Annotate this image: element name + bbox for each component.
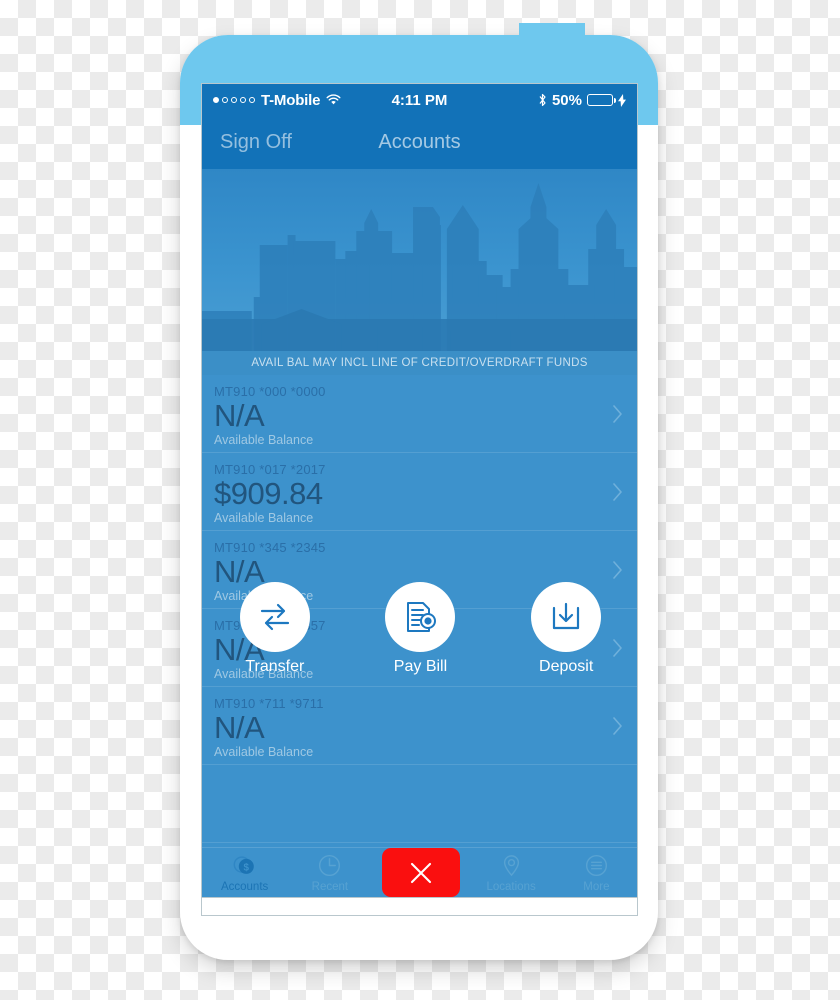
- phone-screen: T-Mobile 4:11 PM 50% Sign Off Accounts A…: [201, 83, 638, 916]
- close-button-slot: [373, 848, 469, 897]
- chevron-right-icon: [613, 716, 623, 735]
- account-balance-label: Available Balance: [214, 744, 314, 759]
- chevron-right-icon: [613, 560, 623, 579]
- deposit-label: Deposit: [539, 658, 594, 675]
- tab-locations[interactable]: Locations: [469, 853, 554, 893]
- account-number: MT910 *345 *2345: [214, 540, 326, 555]
- tab-accounts[interactable]: $ Accounts: [202, 853, 287, 893]
- account-balance-label: Available Balance: [214, 510, 314, 525]
- page-title: Accounts: [378, 131, 461, 153]
- bluetooth-icon: [538, 93, 547, 107]
- transfer-button-circle[interactable]: [239, 582, 310, 652]
- tab-accounts-label: Accounts: [220, 880, 269, 893]
- close-button[interactable]: [381, 848, 460, 897]
- account-row[interactable]: MT910 *017 *2017 $909.84 Available Balan…: [202, 453, 637, 531]
- chevron-right-icon: [613, 482, 623, 501]
- account-balance: N/A: [214, 710, 265, 745]
- svg-text:$: $: [244, 862, 250, 873]
- disclaimer-banner: AVAIL BAL MAY INCL LINE OF CREDIT/OVERDR…: [202, 351, 637, 375]
- city-skyline-banner: [202, 169, 637, 351]
- account-number: MT910 *711 *9711: [214, 696, 324, 711]
- battery-icon: [587, 94, 617, 106]
- tab-more[interactable]: More: [554, 853, 637, 893]
- pay-bill-label: Pay Bill: [393, 658, 448, 675]
- hamburger-circle-icon: [554, 853, 637, 879]
- pay-bill-button[interactable]: Pay Bill: [364, 582, 476, 676]
- transfer-arrows-icon: [260, 603, 289, 631]
- skyline-silhouette-icon: [202, 183, 637, 351]
- account-balance-label: Available Balance: [214, 432, 314, 447]
- account-number: MT910 *017 *2017: [214, 462, 326, 477]
- transfer-label: Transfer: [245, 658, 305, 675]
- account-balance: $909.84: [214, 476, 323, 511]
- tab-locations-label: Locations: [486, 880, 536, 893]
- transfer-button[interactable]: Transfer: [219, 582, 331, 676]
- tab-recent[interactable]: Recent: [287, 853, 372, 893]
- phone-notch: [519, 23, 585, 43]
- phone-bezel-right: [637, 95, 658, 125]
- quick-actions-bar: Transfer Pay Bill Deposit: [202, 582, 637, 676]
- pay-bill-button-circle[interactable]: [385, 582, 456, 652]
- battery-percent-label: 50%: [551, 91, 582, 109]
- phone-bezel-left: [180, 95, 201, 125]
- deposit-button[interactable]: Deposit: [510, 582, 622, 676]
- account-row[interactable]: MT910 *711 *9711 N/A Available Balance: [202, 687, 637, 765]
- tab-more-label: More: [583, 880, 610, 893]
- status-bar: T-Mobile 4:11 PM 50%: [202, 84, 637, 116]
- phone-device: T-Mobile 4:11 PM 50% Sign Off Accounts A…: [180, 23, 658, 960]
- document-coin-icon: [407, 602, 437, 632]
- account-row-partial[interactable]: [202, 765, 637, 843]
- account-number: MT910 *000 *0000: [214, 384, 326, 399]
- status-bar-right: 50%: [538, 92, 626, 109]
- home-indicator-area: [202, 897, 637, 915]
- close-x-icon: [410, 862, 431, 883]
- download-tray-icon: [553, 602, 580, 630]
- map-pin-icon: [469, 853, 554, 879]
- tab-recent-label: Recent: [311, 880, 349, 893]
- deposit-button-circle[interactable]: [531, 582, 602, 652]
- coins-dollar-icon: $: [202, 853, 287, 879]
- lightning-bolt-icon: [618, 93, 626, 107]
- account-balance: N/A: [214, 398, 265, 433]
- tab-bar: $ Accounts Recent Locations More: [202, 847, 637, 897]
- account-row[interactable]: MT910 *000 *0000 N/A Available Balance: [202, 375, 637, 453]
- clock-icon: [287, 853, 372, 879]
- chevron-right-icon: [613, 404, 623, 423]
- nav-bar: Sign Off Accounts: [202, 116, 637, 169]
